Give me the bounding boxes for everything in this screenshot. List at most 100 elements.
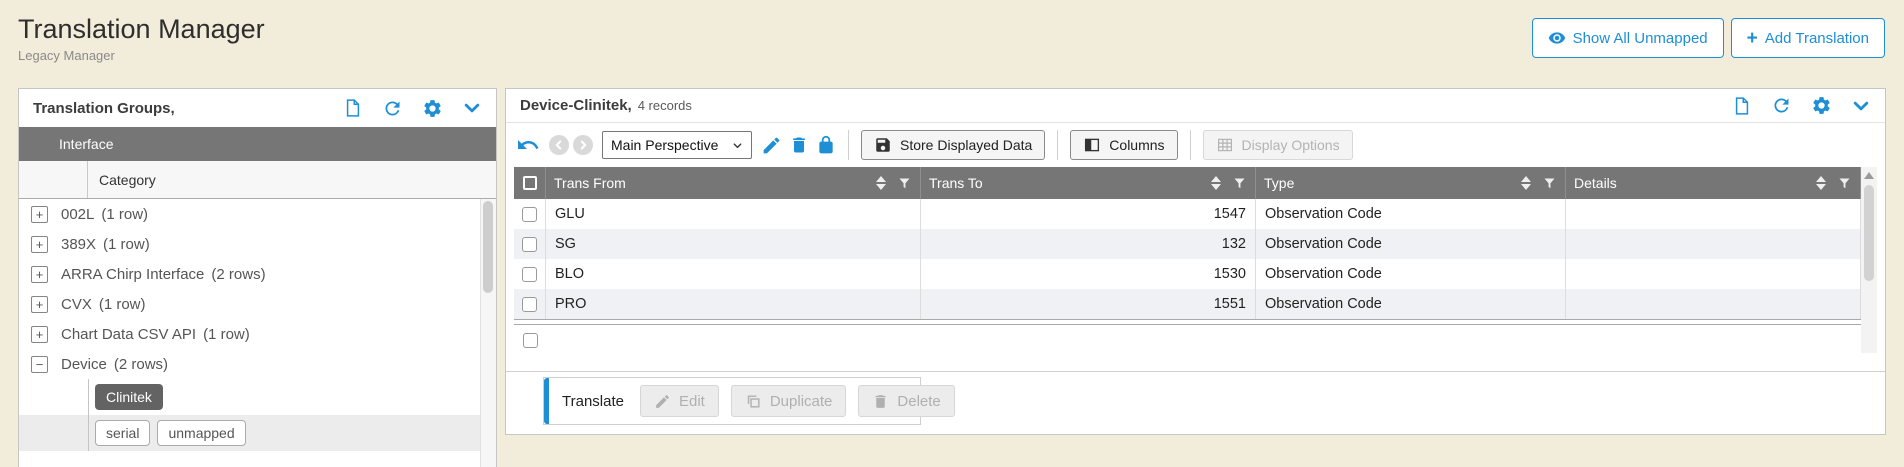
chevron-left-icon (553, 139, 565, 151)
undo-icon[interactable] (516, 133, 540, 157)
header-actions: Show All Unmapped + Add Translation (1532, 18, 1885, 58)
gear-icon[interactable] (422, 98, 443, 119)
tree-toggle-icon[interactable]: − (31, 356, 48, 373)
nav-forward-button[interactable] (573, 135, 593, 155)
scroll-up-arrow-icon[interactable] (1861, 167, 1877, 183)
filter-icon[interactable] (1542, 176, 1557, 191)
new-document-icon[interactable] (343, 98, 363, 118)
category-header-row: Category (19, 161, 496, 199)
table-row-glu[interactable]: GLU 1547 Observation Code (514, 199, 1861, 229)
column-header-trans-to[interactable]: Trans To (921, 167, 1256, 199)
translation-groups-panel: Translation Groups, Interface Category (18, 88, 497, 467)
column-header-details[interactable]: Details (1566, 167, 1861, 199)
table-footer-row (514, 325, 1861, 355)
display-options-button[interactable]: Display Options (1203, 130, 1353, 160)
filter-icon[interactable] (897, 176, 912, 191)
tree-toggle-icon[interactable]: + (31, 236, 48, 253)
row-checkbox[interactable] (522, 237, 537, 252)
tree-toggle-icon[interactable]: + (31, 266, 48, 283)
edit-pencil-icon (654, 393, 671, 410)
lock-icon[interactable] (816, 135, 836, 155)
translations-table: Trans From Trans To Type (514, 167, 1861, 355)
row-checkbox[interactable] (522, 267, 537, 282)
cell-type: Observation Code (1256, 289, 1566, 319)
columns-button[interactable]: Columns (1070, 130, 1177, 160)
save-icon (874, 136, 892, 154)
perspective-value: Main Perspective (611, 137, 718, 153)
table-row-sg[interactable]: SG 132 Observation Code (514, 229, 1861, 259)
left-panel-scrollbar-thumb[interactable] (483, 201, 493, 293)
plus-icon: + (1747, 29, 1758, 48)
sort-icon[interactable] (1816, 176, 1826, 190)
gear-icon[interactable] (1811, 95, 1832, 116)
table-toolbar: Main Perspective Store Displayed Data (506, 123, 1885, 167)
cell-trans-to: 132 (921, 229, 1256, 259)
table-scrollbar-thumb[interactable] (1864, 185, 1874, 281)
collapse-panel-chevron-icon[interactable] (1851, 96, 1871, 116)
collapse-panel-chevron-icon[interactable] (462, 98, 482, 118)
tag-unmapped[interactable]: unmapped (157, 420, 245, 446)
add-translation-label: Add Translation (1765, 30, 1869, 47)
translate-accent-bar (544, 378, 549, 424)
column-header-type[interactable]: Type (1256, 167, 1566, 199)
show-all-unmapped-button[interactable]: Show All Unmapped (1532, 18, 1724, 58)
filter-icon[interactable] (1232, 176, 1247, 191)
edit-pencil-icon[interactable] (761, 135, 782, 156)
select-all-checkbox[interactable] (523, 176, 537, 190)
translate-label: Translate (562, 393, 624, 410)
row-checkbox[interactable] (522, 297, 537, 312)
new-document-icon[interactable] (1732, 96, 1752, 116)
perspective-select[interactable]: Main Perspective (602, 131, 752, 159)
sort-icon[interactable] (1211, 176, 1221, 190)
copy-icon (745, 393, 762, 410)
tree-toggle-icon[interactable]: + (31, 326, 48, 343)
filter-icon[interactable] (1837, 176, 1852, 191)
table-row-pro[interactable]: PRO 1551 Observation Code (514, 289, 1861, 319)
chevron-down-icon (732, 140, 743, 151)
tag-serial[interactable]: serial (95, 420, 150, 446)
trash-icon[interactable] (789, 135, 809, 155)
cell-type: Observation Code (1256, 229, 1566, 259)
cell-trans-from: PRO (546, 289, 921, 319)
table-scrollbar[interactable] (1861, 167, 1877, 353)
sort-icon[interactable] (1521, 176, 1531, 190)
interface-tree: + 002L (1 row) + 389X (1 row) + ARRA Chi… (19, 199, 496, 451)
device-clinitek-panel: Device-Clinitek, 4 records (505, 88, 1886, 435)
tree-item-chart-data-csv-api[interactable]: + Chart Data CSV API (1 row) (19, 319, 496, 349)
tree-item-cvx[interactable]: + CVX (1 row) (19, 289, 496, 319)
columns-icon (1083, 136, 1101, 154)
cell-trans-from: SG (546, 229, 921, 259)
store-displayed-data-button[interactable]: Store Displayed Data (861, 130, 1045, 160)
tree-toggle-icon[interactable]: + (31, 206, 48, 223)
tree-item-device[interactable]: − Device (2 rows) (19, 349, 496, 379)
tree-item-002l[interactable]: + 002L (1 row) (19, 199, 496, 229)
left-panel-scrollbar[interactable] (480, 199, 496, 467)
duplicate-button[interactable]: Duplicate (731, 385, 847, 417)
table-row-blo[interactable]: BLO 1530 Observation Code (514, 259, 1861, 289)
cell-trans-from: BLO (546, 259, 921, 289)
selected-category-badge[interactable]: Clinitek (95, 384, 163, 410)
group-header-interface: Interface (19, 127, 496, 161)
nav-back-button[interactable] (549, 135, 569, 155)
delete-button[interactable]: Delete (858, 385, 954, 417)
tree-toggle-icon[interactable]: + (31, 296, 48, 313)
add-translation-button[interactable]: + Add Translation (1731, 18, 1885, 58)
cell-details (1566, 229, 1861, 259)
column-header-trans-from[interactable]: Trans From (546, 167, 921, 199)
tree-item-arra-chirp-interface[interactable]: + ARRA Chirp Interface (2 rows) (19, 259, 496, 289)
device-clinitek-header: Device-Clinitek, 4 records (506, 89, 1885, 123)
row-checkbox[interactable] (522, 207, 537, 222)
toolbar-divider (1190, 130, 1191, 160)
chevron-right-icon (577, 139, 589, 151)
sort-icon[interactable] (876, 176, 886, 190)
tree-item-389x[interactable]: + 389X (1 row) (19, 229, 496, 259)
refresh-icon[interactable] (382, 98, 403, 119)
edit-button[interactable]: Edit (640, 385, 719, 417)
refresh-icon[interactable] (1771, 95, 1792, 116)
footer-checkbox[interactable] (523, 333, 538, 348)
cell-type: Observation Code (1256, 259, 1566, 289)
show-all-unmapped-label: Show All Unmapped (1573, 30, 1708, 47)
cell-details (1566, 289, 1861, 319)
cell-trans-from: GLU (546, 199, 921, 229)
grid-icon (1216, 136, 1234, 154)
